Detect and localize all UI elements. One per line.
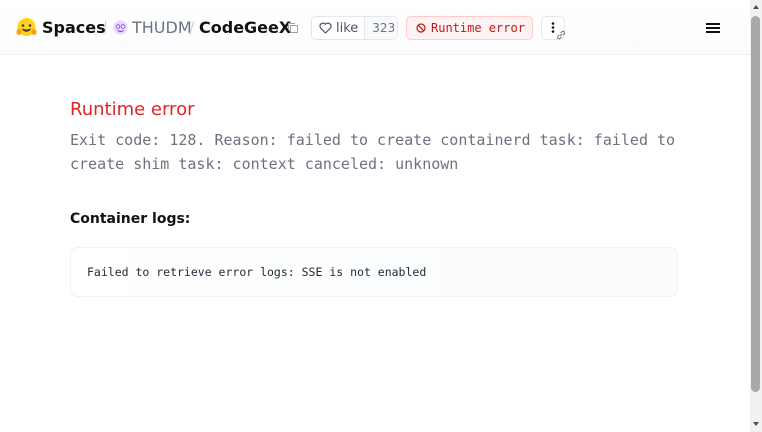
- container-logs-title: Container logs:: [70, 211, 191, 227]
- space-name-link[interactable]: CodeGeeX: [199, 17, 291, 39]
- container-logs-content: Failed to retrieve error logs: SSE is no…: [87, 265, 427, 279]
- vertical-scrollbar[interactable]: [750, 0, 762, 432]
- like-action[interactable]: like: [312, 17, 364, 39]
- like-label: like: [336, 20, 359, 36]
- org-avatar-icon: [113, 20, 128, 35]
- top-header: Spaces THUDM / CodeGeeX like 323 Runtime…: [0, 0, 750, 55]
- status-badge-label: Runtime error: [431, 21, 525, 35]
- link-icon[interactable]: [555, 29, 567, 41]
- path-separator: /: [189, 18, 195, 37]
- org-name-link[interactable]: THUDM: [132, 17, 192, 39]
- status-badge[interactable]: Runtime error: [406, 16, 533, 40]
- scrollbar-thumb[interactable]: [751, 16, 760, 392]
- copy-icon[interactable]: [287, 22, 299, 34]
- hamburger-menu-icon[interactable]: [706, 22, 720, 34]
- like-button[interactable]: like 323: [311, 16, 398, 40]
- spaces-link[interactable]: Spaces: [42, 17, 106, 39]
- like-count[interactable]: 323: [364, 17, 397, 39]
- scroll-down-arrow-icon[interactable]: [750, 419, 762, 429]
- error-title: Runtime error: [70, 99, 195, 120]
- heart-icon: [319, 22, 332, 34]
- header-divider: [105, 21, 106, 34]
- hugging-face-logo-icon[interactable]: [16, 17, 37, 38]
- scroll-up-arrow-icon[interactable]: [750, 2, 762, 12]
- error-message: Exit code: 128. Reason: failed to create…: [70, 131, 676, 173]
- container-logs-box: Failed to retrieve error logs: SSE is no…: [70, 247, 678, 297]
- no-entry-icon: [416, 23, 426, 33]
